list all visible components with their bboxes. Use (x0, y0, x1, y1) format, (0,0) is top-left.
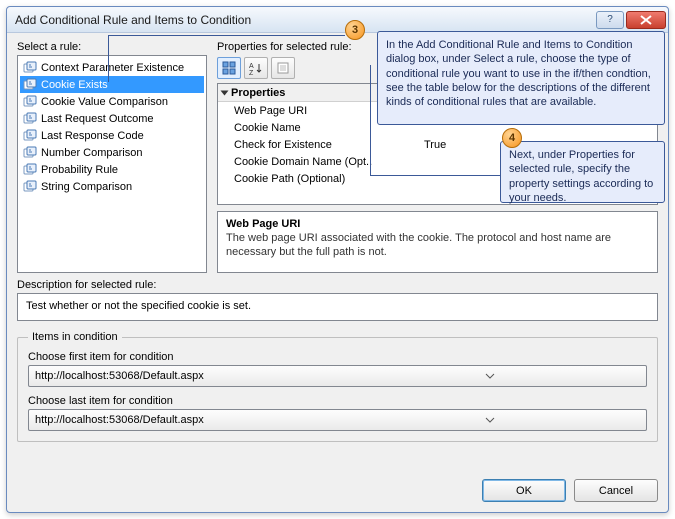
rule-item-label: Cookie Value Comparison (41, 96, 168, 108)
sort-az-icon: AZ (249, 61, 263, 75)
alphabetical-button[interactable]: AZ (244, 57, 268, 79)
window-buttons: ? (596, 11, 666, 29)
rule-icon (23, 180, 37, 194)
rule-item[interactable]: Cookie Exists (20, 76, 204, 93)
items-in-condition-group: Items in condition Choose first item for… (17, 331, 658, 442)
callout-leader (370, 65, 371, 176)
property-description-title: Web Page URI (226, 218, 649, 230)
property-pages-button[interactable] (271, 57, 295, 79)
select-rule-column: Select a rule: Context Parameter Existen… (17, 41, 207, 273)
rules-listbox[interactable]: Context Parameter Existence Cookie Exists… (17, 55, 207, 273)
dialog-buttons: OK Cancel (17, 479, 658, 502)
rule-item-label: String Comparison (41, 181, 132, 193)
categorized-icon (222, 61, 236, 75)
window-title: Add Conditional Rule and Items to Condit… (15, 13, 596, 27)
rule-item[interactable]: Last Request Outcome (20, 110, 204, 127)
callout-leader (108, 35, 109, 82)
rule-item[interactable]: Cookie Value Comparison (20, 93, 204, 110)
rule-icon (23, 146, 37, 160)
svg-text:A: A (249, 63, 254, 70)
rule-item-label: Context Parameter Existence (41, 62, 184, 74)
callout-badge-4: 4 (502, 128, 522, 148)
property-description-box: Web Page URI The web page URI associated… (217, 211, 658, 273)
callout-3: In the Add Conditional Rule and Items to… (377, 31, 665, 125)
rule-icon (23, 95, 37, 109)
callout-4-text: Next, under Properties for selected rule… (509, 149, 653, 204)
select-rule-label: Select a rule: (17, 41, 207, 53)
titlebar: Add Conditional Rule and Items to Condit… (7, 7, 668, 33)
description-box: Test whether or not the specified cookie… (17, 293, 658, 321)
close-button[interactable] (626, 11, 666, 29)
rule-item[interactable]: String Comparison (20, 178, 204, 195)
first-item-combobox[interactable]: http://localhost:53068/Default.aspx (28, 365, 647, 387)
choose-last-label: Choose last item for condition (28, 395, 647, 407)
property-name: Check for Existence (234, 139, 424, 151)
property-name: Cookie Domain Name (Opt.. (234, 156, 424, 168)
description-text: Test whether or not the specified cookie… (26, 300, 251, 312)
rule-item-label: Number Comparison (41, 147, 142, 159)
rule-item-label: Cookie Exists (41, 79, 108, 91)
chevron-down-icon (339, 414, 643, 426)
property-group-label: Properties (231, 87, 285, 99)
first-item-value: http://localhost:53068/Default.aspx (35, 370, 339, 382)
chevron-down-icon (339, 370, 643, 382)
callout-leader (370, 175, 500, 176)
rule-item-label: Last Response Code (41, 130, 144, 142)
last-item-combobox[interactable]: http://localhost:53068/Default.aspx (28, 409, 647, 431)
rule-item[interactable]: Probability Rule (20, 161, 204, 178)
rule-icon (23, 129, 37, 143)
cancel-button[interactable]: Cancel (574, 479, 658, 502)
rule-icon (23, 112, 37, 126)
callout-3-text: In the Add Conditional Rule and Items to… (386, 39, 651, 108)
property-description-body: The web page URI associated with the coo… (226, 232, 649, 260)
rule-item-label: Probability Rule (41, 164, 118, 176)
rule-item[interactable]: Context Parameter Existence (20, 59, 204, 76)
choose-first-label: Choose first item for condition (28, 351, 647, 363)
rule-icon (23, 61, 37, 75)
items-in-condition-legend: Items in condition (28, 331, 122, 343)
expand-icon (221, 90, 229, 95)
callout-leader (108, 35, 345, 36)
description-label: Description for selected rule: (17, 279, 658, 291)
page-icon (276, 61, 290, 75)
ok-button[interactable]: OK (482, 479, 566, 502)
rule-item[interactable]: Number Comparison (20, 144, 204, 161)
callout-4: Next, under Properties for selected rule… (500, 141, 665, 203)
categorized-button[interactable] (217, 57, 241, 79)
rule-item-label: Last Request Outcome (41, 113, 154, 125)
svg-text:Z: Z (249, 70, 254, 75)
rule-icon (23, 78, 37, 92)
rule-icon (23, 163, 37, 177)
rule-item[interactable]: Last Response Code (20, 127, 204, 144)
last-item-value: http://localhost:53068/Default.aspx (35, 414, 339, 426)
help-button[interactable]: ? (596, 11, 624, 29)
callout-badge-3: 3 (345, 20, 365, 40)
